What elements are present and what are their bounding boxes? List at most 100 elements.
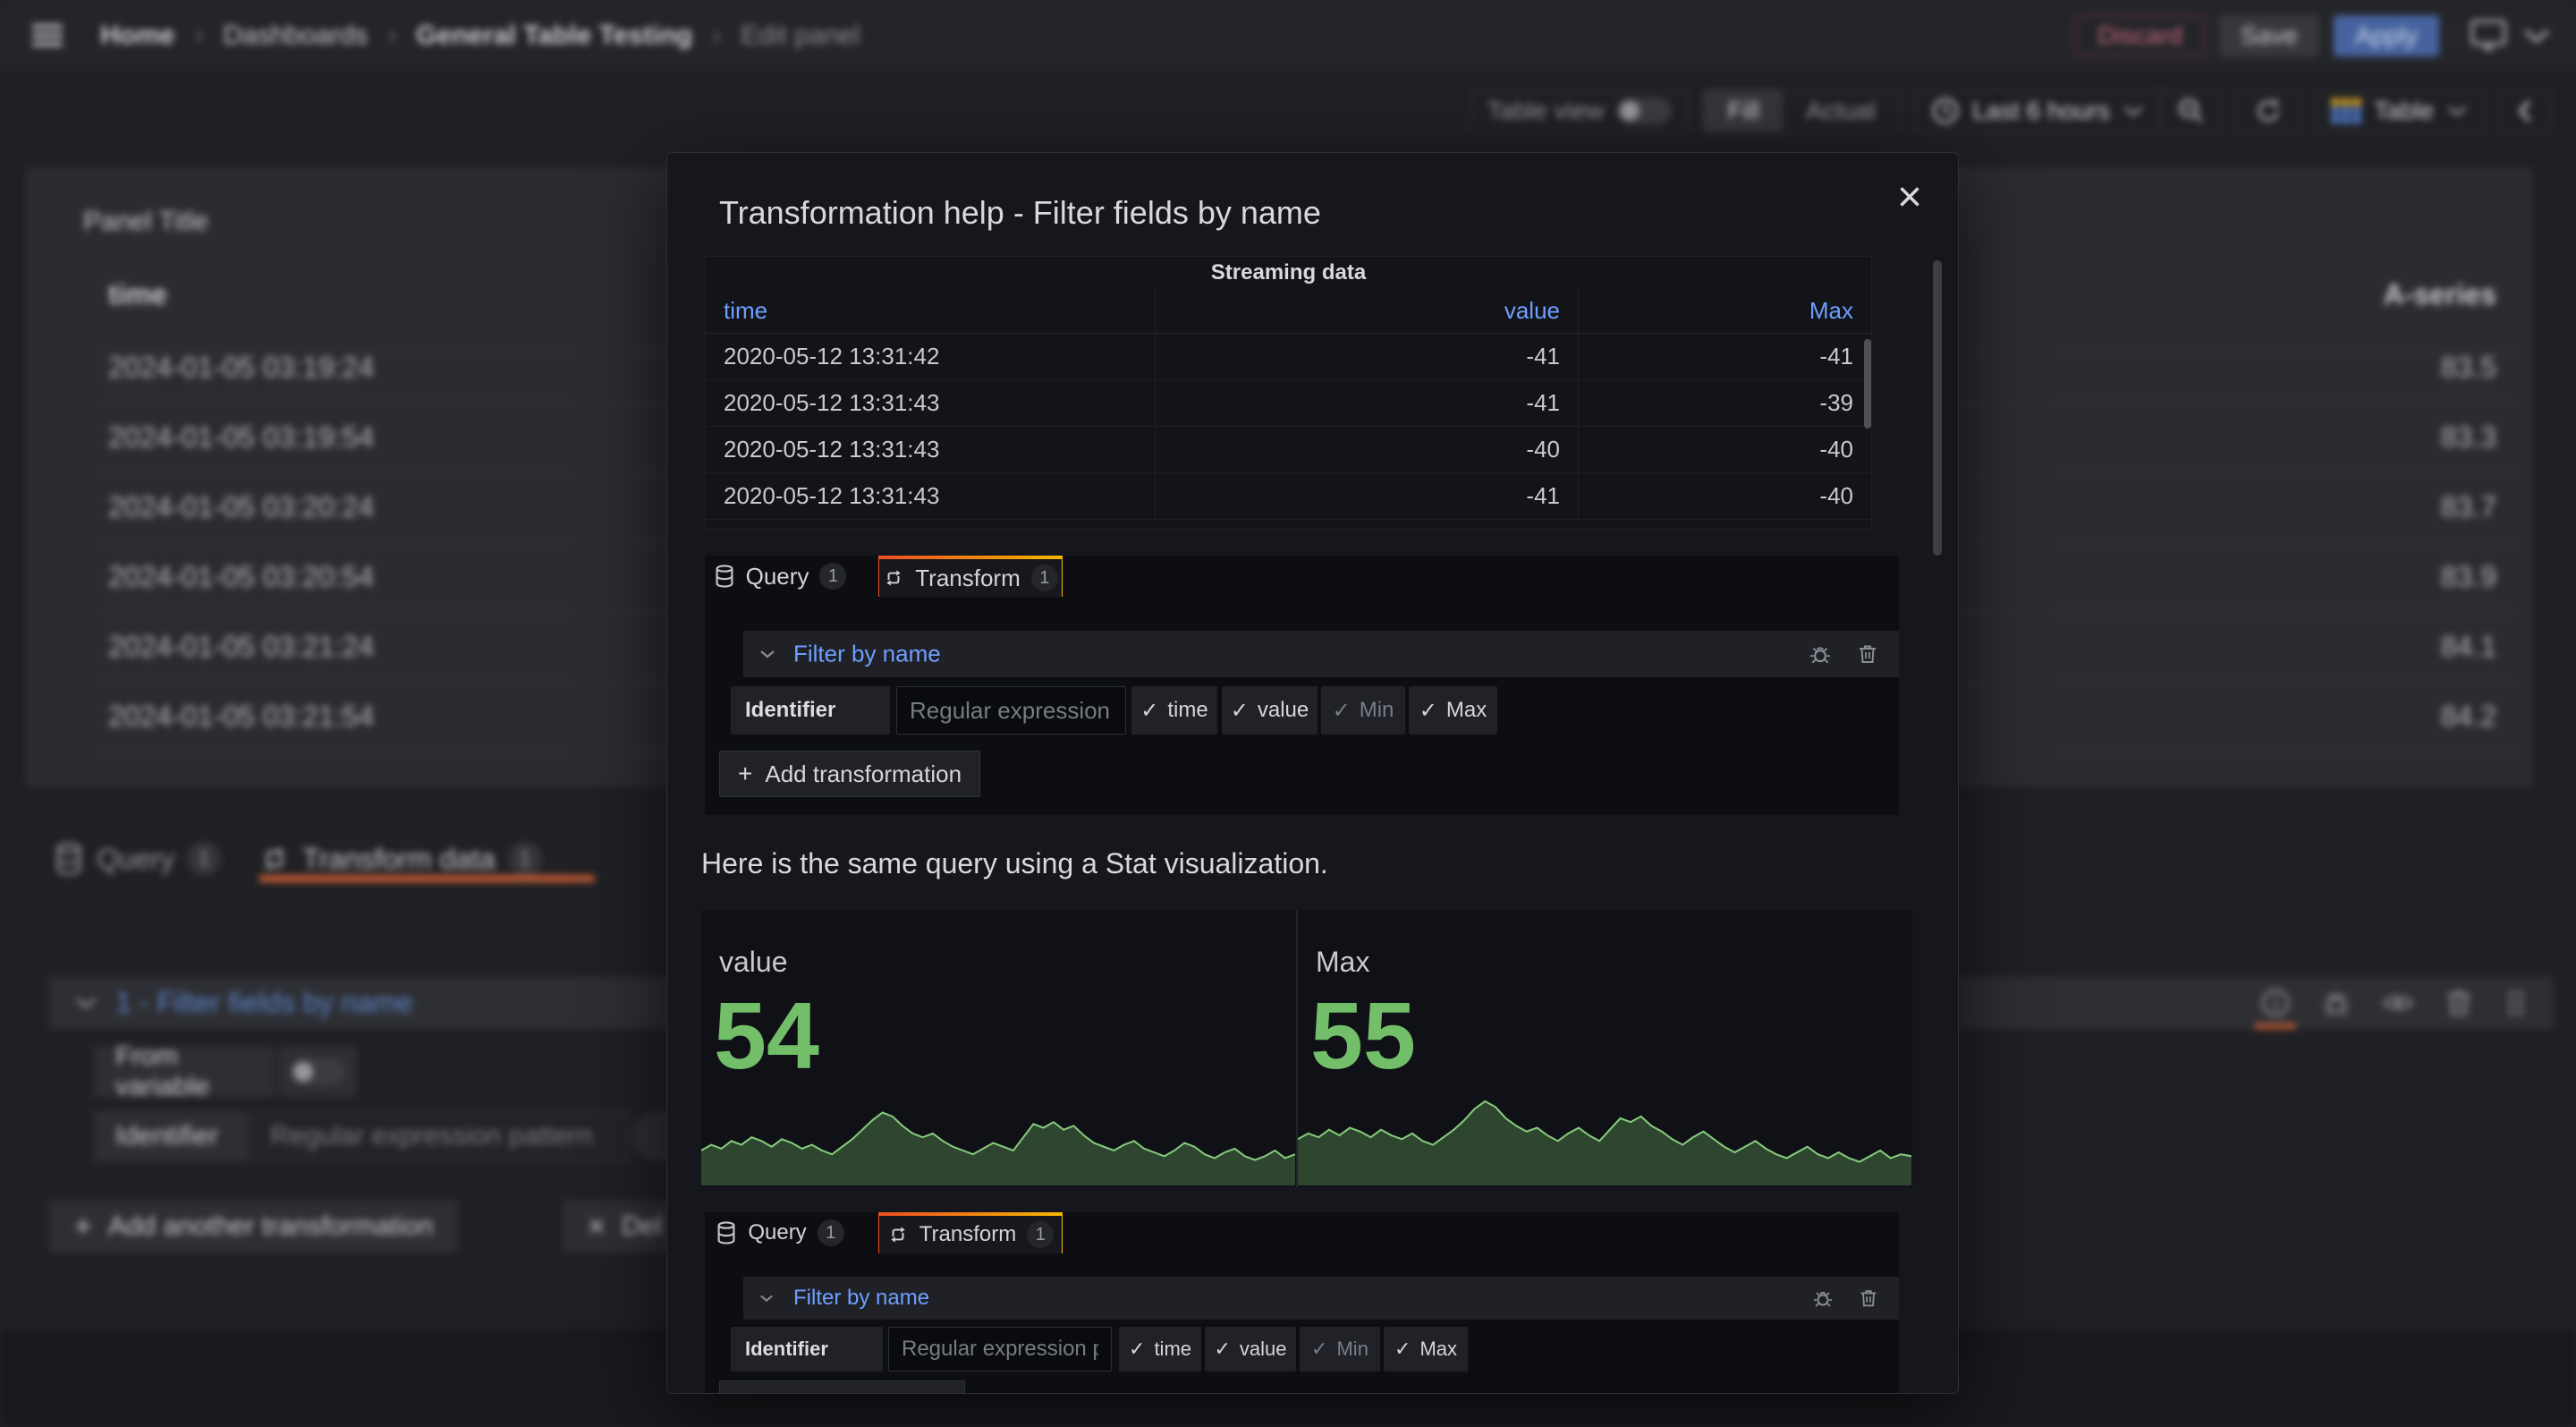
identifier-input[interactable] [253,1111,629,1161]
field-chip-min-2[interactable]: Min [1300,1327,1380,1372]
debug-icon[interactable] [1811,1287,1835,1310]
check-icon [1129,1338,1145,1361]
time-range-picker[interactable]: Last 6 hours [1915,90,2160,132]
info-active-underline [2255,1024,2296,1029]
zoom-out-button[interactable] [2161,90,2222,132]
panel-title: Panel Title [83,207,208,237]
collapse-pane-button[interactable] [2499,89,2551,132]
drag-handle-icon[interactable] [2502,986,2529,1020]
regex-pattern-input-2[interactable] [888,1327,1112,1372]
plus-icon [738,760,752,788]
stat-caption: Here is the same query using a Stat visu… [701,847,1328,880]
menu-icon[interactable] [32,24,63,47]
column-header-time[interactable]: time [706,289,1155,334]
table-scrollbar[interactable] [1864,339,1871,429]
plus-icon [738,1389,752,1394]
discard-button[interactable]: Discard [2075,15,2205,56]
debug-icon[interactable] [1808,641,1833,667]
close-icon [588,1210,606,1244]
info-icon[interactable] [2258,986,2292,1020]
save-button[interactable]: Save [2219,15,2319,56]
column-header-time[interactable]: time [108,278,167,311]
chevron-down-icon [759,1294,774,1304]
tab-query[interactable]: Query 1 [723,556,837,597]
transformation-row-title[interactable]: 1 - Filter fields by name [115,987,413,1020]
monitor-icon[interactable] [2469,18,2508,54]
chevron-down-icon[interactable] [2522,27,2551,45]
modal-scrollbar[interactable] [1933,260,1942,556]
field-chip-time-2[interactable]: time [1119,1327,1201,1372]
grafana-edit-panel-screen: Home Dashboards General Table Testing Ed… [0,0,2576,1427]
cell: 2020-05-12 13:31:43 [706,427,1155,473]
chevron-right-icon [194,21,203,51]
tab-transform-2[interactable]: Transform 1 [878,1212,1063,1253]
breadcrumb-dashboards[interactable]: Dashboards [223,21,368,51]
cell: -40 [1578,473,1871,520]
chevron-left-icon [2516,98,2534,123]
field-chip-min[interactable]: Min [1321,686,1405,735]
cell: -39 [1578,380,1871,427]
sparkline-chart [1298,1083,1911,1185]
cell: 2020-05-12 13:31:43 [706,473,1155,520]
transform-icon [883,567,904,589]
breadcrumb-home[interactable]: Home [100,21,174,51]
breadcrumb-edit-panel: Edit panel [741,21,860,51]
debug-icon[interactable] [2319,986,2353,1020]
column-header-max[interactable]: Max [1578,289,1871,334]
add-transformation-button[interactable]: Add transformation [719,751,980,797]
column-header-a-series[interactable]: A-series [2384,278,2496,311]
trash-icon[interactable] [1856,641,1879,667]
stat-label: Max [1316,946,1369,979]
identifier-label: Identifier [94,1111,250,1161]
visualization-picker[interactable]: Table [2314,89,2485,132]
close-icon[interactable] [1897,176,1922,219]
fill-actual-group: Fill Actual [1703,89,1900,132]
filter-title: Filter by name [793,641,941,668]
sparkline-chart [701,1083,1295,1185]
field-chip-time[interactable]: time [1131,686,1217,735]
from-variable-toggle[interactable] [290,1058,345,1085]
trash-icon[interactable] [2443,986,2475,1020]
tab-query[interactable]: Query 1 [54,837,221,881]
tab-transform[interactable]: Transform 1 [878,556,1063,597]
chevron-down-icon [759,649,775,659]
cell: -40 [1578,427,1871,473]
from-variable-toggle-box [278,1047,357,1097]
filter-title: Filter by name [793,1286,929,1311]
add-transformation-button-2[interactable]: Add transformation [719,1380,965,1394]
tab-query-2[interactable]: Query 1 [723,1212,837,1253]
field-chip-value[interactable]: value [1222,686,1318,735]
actual-button[interactable]: Actual [1783,90,1899,132]
trash-icon[interactable] [1858,1287,1879,1310]
apply-button[interactable]: Apply [2334,15,2439,56]
divider [2453,21,2454,51]
table-view-toggle[interactable] [1616,98,1672,124]
field-chip-value-2[interactable]: value [1205,1327,1296,1372]
regex-pattern-input[interactable] [896,686,1126,735]
cell: 2020-05-12 13:31:43 [706,380,1155,427]
column-header-value[interactable]: value [1155,289,1578,334]
filter-by-name-header-2[interactable]: Filter by name [743,1277,1899,1320]
filter-by-name-header[interactable]: Filter by name [743,631,1899,677]
refresh-button[interactable] [2237,89,2300,132]
table-view-group: Table view [1470,89,1690,132]
add-another-transformation-button[interactable]: Add another transformation [49,1201,458,1253]
fill-button[interactable]: Fill [1704,90,1783,132]
stat-value: 54 [714,989,819,1083]
transform-count-badge: 1 [508,842,542,876]
chevron-down-icon [74,995,97,1011]
field-chip-max[interactable]: Max [1409,686,1497,735]
identifier-label-2: Identifier [731,1327,883,1372]
active-tab-underline [259,875,595,882]
eye-icon[interactable] [2380,986,2416,1020]
cell: 2020-05-12 13:31:42 [706,334,1155,380]
breadcrumb-dashboard-name[interactable]: General Table Testing [416,21,692,51]
check-icon [1419,698,1437,724]
check-icon [1214,1338,1230,1361]
field-chip-max-2[interactable]: Max [1384,1327,1468,1372]
cell: -41 [1155,380,1578,427]
viz-label: Table [2374,97,2434,125]
cell: -41 [1155,473,1578,520]
database-icon [54,842,84,876]
transform-count-badge: 1 [1027,1221,1054,1248]
